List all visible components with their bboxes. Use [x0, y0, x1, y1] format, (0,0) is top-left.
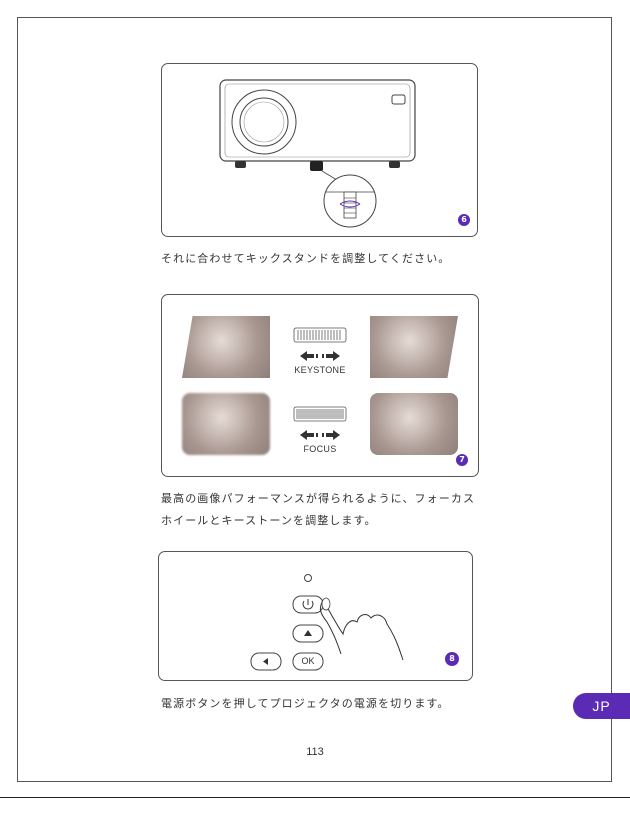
step-6-caption: それに合わせてキックスタンドを調整してください。: [161, 252, 451, 265]
step-7-caption-line-2: ホイールとキーストーンを調整します。: [161, 514, 377, 527]
keystone-before-image: [182, 316, 270, 378]
step-8-figure: OK 8: [158, 551, 473, 681]
step-7-figure: KEYSTONE FOCUS 7: [161, 294, 479, 477]
step-6-figure: 6: [161, 63, 478, 237]
focus-label: FOCUS: [303, 444, 337, 454]
step-badge: 7: [456, 454, 468, 466]
focus-wheel-icon: [293, 406, 347, 440]
keystone-after-image: [370, 316, 458, 378]
projector-illustration: [219, 79, 416, 228]
bottom-rule: [0, 797, 630, 798]
focus-before-image: [182, 393, 270, 455]
keystone-wheel-icon: [293, 327, 347, 361]
focus-after-image: [370, 393, 458, 455]
step-badge: 6: [458, 214, 470, 226]
ok-button-label: OK: [301, 656, 315, 666]
step-7-caption-line-1: 最高の画像パフォーマンスが得られるように、フォーカス: [161, 492, 476, 505]
step-badge: 8: [445, 652, 459, 666]
keystone-label: KEYSTONE: [294, 365, 346, 375]
page-number: 113: [306, 746, 324, 758]
language-tab: JP: [573, 693, 630, 719]
step-8-caption: 電源ボタンを押してプロジェクタの電源を切ります。: [161, 697, 450, 710]
